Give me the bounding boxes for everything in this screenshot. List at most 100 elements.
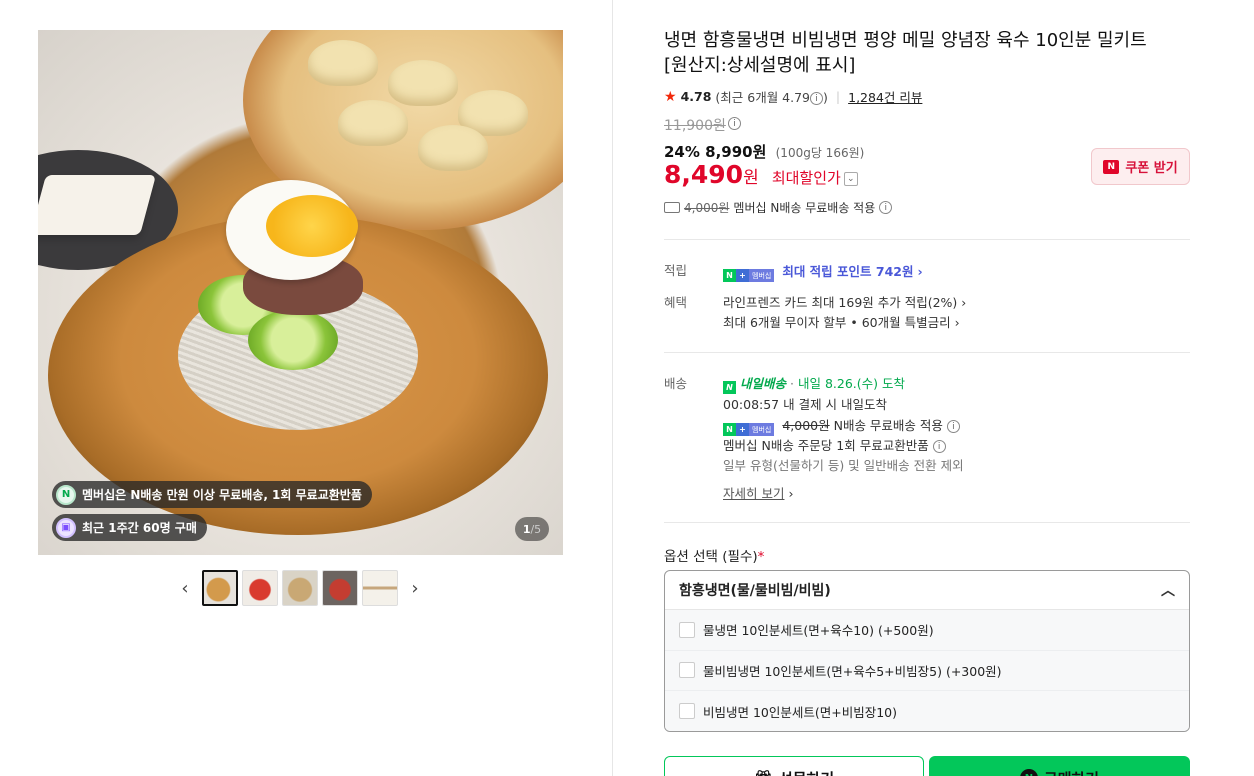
divider [664, 352, 1190, 353]
info-icon[interactable]: i [810, 92, 824, 105]
membership-badge-text: 멤버십은 N배송 만원 이상 무료배송, 1회 무료교환반품 [82, 488, 362, 502]
benefit-line-1[interactable]: 라인프렌즈 카드 최대 169원 추가 적립(2%) › [723, 292, 966, 311]
option-select-header[interactable]: 함흥냉면(물/물비빔/비빔) ︿ [665, 571, 1189, 610]
membership-badge: N 멤버십은 N배송 만원 이상 무료배송, 1회 무료교환반품 [52, 481, 372, 508]
dumpling [308, 40, 378, 86]
rating-recent-text: (최근 6개월 4.79 [715, 90, 811, 105]
rating-recent: (최근 6개월 4.79 i) [715, 87, 828, 106]
nextday-tag: 내일배송 [740, 376, 787, 391]
points-label: 적립 [664, 263, 688, 278]
selected-option: 함흥냉면(물/물비빔/비빔) [679, 583, 831, 599]
counter-total: /5 [530, 522, 542, 536]
cucumber-slice [248, 310, 338, 370]
required-mark: * [757, 549, 765, 565]
chevron-right-icon: › [788, 486, 794, 501]
coupon-button-label: 쿠폰 받기 [1125, 161, 1178, 176]
points-text: 최대 적립 포인트 742원 [782, 264, 914, 279]
delivery-fee-struck: 4,000원 [782, 418, 830, 433]
truck-icon [664, 202, 680, 213]
product-title: 냉면 함흥물냉면 비빔냉면 평양 메밀 양념장 육수 10인분 밀키트 [원산지… [664, 28, 1190, 78]
info-icon[interactable]: i [932, 440, 946, 453]
recent-purchase-badge: ▣ 최근 1주간 60명 구매 [52, 514, 207, 541]
dot-separator: · [790, 376, 794, 391]
option-item-label: 물냉면 10인분세트(면+육수10) (+500원) [703, 623, 934, 639]
option-item-2[interactable]: 물비빔냉면 10인분세트(면+육수5+비빔장5) (+300원) [665, 650, 1189, 691]
sale-price: 8,990원 [705, 143, 767, 161]
sale-price-row: 24% 8,990원 (100g당 166원) [664, 141, 864, 162]
divider [664, 239, 1190, 240]
image-counter: 1/5 [515, 517, 549, 541]
chevron-right-icon: › [961, 295, 967, 310]
info-icon[interactable]: i [946, 420, 960, 433]
product-title-line2: [원산지:상세설명에 표시] [664, 55, 856, 76]
thumbnail-2[interactable] [242, 570, 278, 606]
product-main-image[interactable]: N 멤버십은 N배송 만원 이상 무료배송, 1회 무료교환반품 ▣ 최근 1주… [38, 30, 563, 555]
recent-purchase-text: 최근 1주간 60명 구매 [82, 521, 197, 535]
dumpling [418, 125, 488, 171]
chevron-left-icon[interactable]: ‹ [176, 570, 194, 606]
option-item-label: 비빔냉면 10인분세트(면+비빔장10) [703, 704, 898, 720]
buy-button[interactable]: N 구매하기 [929, 756, 1190, 776]
rating-recent-end: ) [823, 90, 828, 105]
thumbnail-3[interactable] [282, 570, 318, 606]
coupon-button[interactable]: N 쿠폰 받기 [1091, 148, 1190, 185]
checkbox[interactable] [679, 621, 695, 638]
egg-yolk [266, 195, 358, 257]
price-info-icon[interactable]: i [728, 117, 741, 130]
chevron-right-icon[interactable]: › [406, 570, 424, 606]
benefit-line-1-text: 라인프렌즈 카드 최대 169원 추가 적립(2%) [723, 295, 958, 310]
naver-pay-icon: N [1019, 769, 1038, 776]
dumpling [388, 60, 458, 106]
delivery-arrival: N 내일배송 · 내일 8.26.(수) 도착 [723, 373, 905, 394]
shipping-note: 멤버십 N배송 무료배송 적용 [733, 201, 876, 215]
chevron-down-icon[interactable]: ⌄ [843, 172, 858, 186]
delivery-fee: N + 멤버십 4,000원 N배송 무료배송 적용 i [723, 415, 960, 436]
gallery-panel: N 멤버십은 N배송 만원 이상 무료배송, 1회 무료교환반품 ▣ 최근 1주… [0, 0, 613, 776]
benefit-line-2[interactable]: 최대 6개월 무이자 할부 • 60개월 특별금리 › [723, 312, 960, 331]
arrival-date: 내일 8.26.(수) 도착 [797, 376, 905, 391]
dumpling [338, 100, 408, 146]
product-title-line1: 냉면 함흥물냉면 비빔냉면 평양 메밀 양념장 육수 10인분 밀키트 [664, 30, 1147, 51]
delivery-label: 배송 [664, 376, 688, 391]
naver-n-icon: N [56, 484, 76, 505]
max-discount-label: 최대할인가 [771, 169, 841, 187]
option-item-3[interactable]: 비빔냉면 10인분세트(면+비빔장10) [665, 691, 1189, 731]
gift-button[interactable]: 🎁︎ 선물하기 [664, 756, 924, 776]
option-select[interactable]: 함흥냉면(물/물비빔/비빔) ︿ 물냉면 10인분세트(면+육수10) (+50… [664, 570, 1190, 732]
max-discount-row[interactable]: 8,490원 최대할인가 ⌄ [664, 160, 858, 189]
buy-button-label: 구매하기 [1044, 768, 1099, 776]
option-item-1[interactable]: 물냉면 10인분세트(면+육수10) (+500원) [665, 610, 1189, 651]
review-count-link[interactable]: 1,284건 리뷰 [848, 87, 922, 106]
divider [664, 522, 1190, 523]
discount-rate: 24% [664, 143, 700, 161]
option-label-text: 옵션 선택 (필수) [664, 549, 758, 565]
exclusion-note: 일부 유형(선물하기 등) 및 일반배송 전환 제외 [723, 458, 964, 473]
info-icon[interactable]: i [879, 201, 893, 214]
points-value[interactable]: N + 멤버십 최대 적립 포인트 742원 › [723, 261, 923, 282]
return-note: 멤버십 N배송 주문당 1회 무료교환반품 i [723, 435, 946, 454]
checkbox[interactable] [679, 703, 695, 720]
naver-n-icon: N [1103, 159, 1120, 174]
chevron-right-icon: › [954, 315, 960, 330]
delivery-countdown: 00:08:57 내 결제 시 내일도착 [723, 397, 888, 412]
thumbnail-5[interactable] [362, 570, 398, 606]
delivery-fee-note: N배송 무료배송 적용 [833, 418, 943, 433]
original-price: 11,900원 [664, 118, 726, 134]
nextday-badge: N 내일배송 [723, 376, 787, 394]
shipping-summary: 4,000원 멤버십 N배송 무료배송 적용 i [664, 199, 893, 216]
bag-icon: ▣ [56, 517, 76, 538]
unit-price: (100g당 166원) [775, 146, 865, 160]
star-icon: ★ [664, 88, 677, 105]
thumbnail-1[interactable] [202, 570, 238, 606]
chevron-up-icon[interactable]: ︿ [1161, 580, 1175, 600]
counter-current: 1 [522, 522, 531, 536]
gift-icon: 🎁︎ [754, 769, 773, 776]
radish-slice [38, 175, 157, 235]
checkbox[interactable] [679, 662, 695, 679]
more-details-link[interactable]: 자세히 보기 › [723, 483, 793, 502]
benefit-line-2-text: 최대 6개월 무이자 할부 • 60개월 특별금리 [723, 315, 951, 330]
option-label: 옵션 선택 (필수)* [664, 545, 764, 565]
shipping-fee-struck: 4,000원 [684, 201, 730, 215]
rating-row: ★ 4.78 (최근 6개월 4.79 i) | 1,284건 리뷰 [664, 87, 922, 106]
thumbnail-4[interactable] [322, 570, 358, 606]
